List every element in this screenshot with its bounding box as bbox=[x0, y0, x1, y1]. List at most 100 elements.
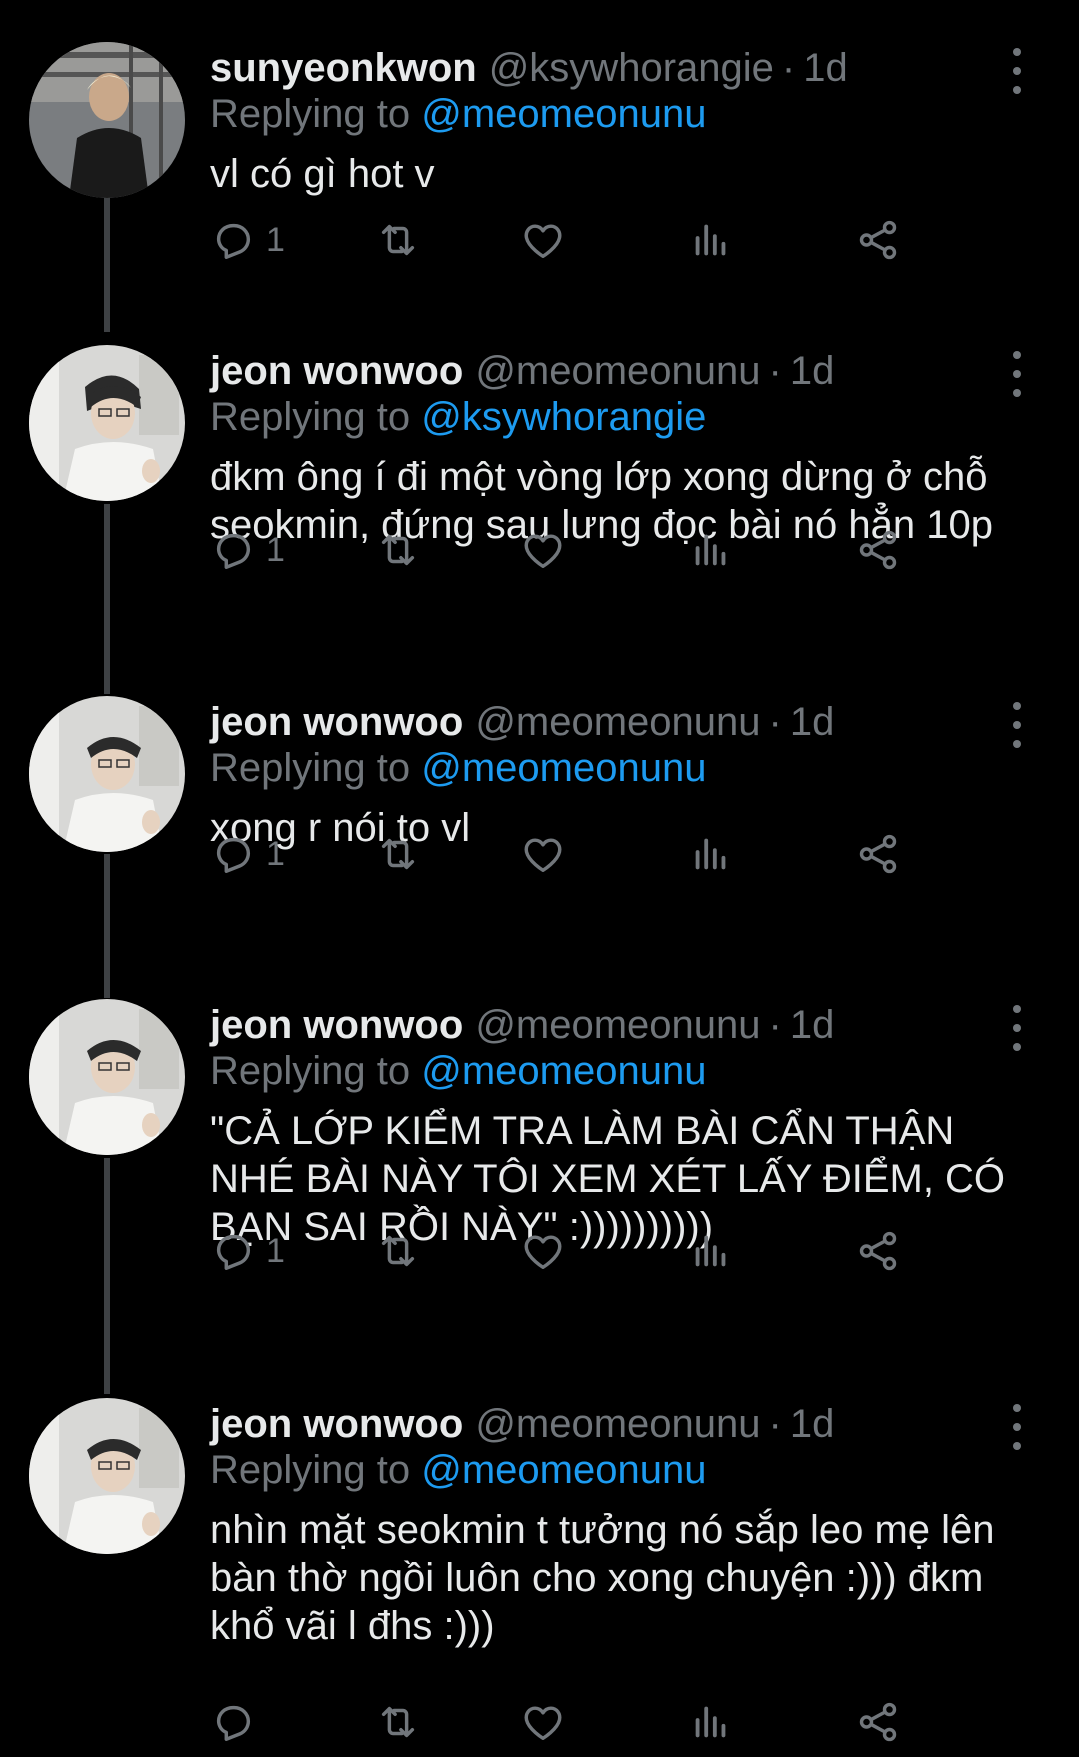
reply-button[interactable]: 1 bbox=[210, 1221, 285, 1281]
tweet-header: jeon wonwoo @meomeonunu · 1d bbox=[210, 997, 834, 1053]
views-button[interactable] bbox=[688, 1692, 734, 1752]
timestamp[interactable]: 1d bbox=[790, 349, 835, 394]
reply-count: 1 bbox=[266, 834, 285, 873]
like-icon bbox=[524, 838, 562, 873]
reply-count: 1 bbox=[266, 1231, 285, 1270]
avatar[interactable] bbox=[29, 696, 185, 852]
mention-link[interactable]: @meomeonunu bbox=[421, 1448, 706, 1492]
views-icon bbox=[695, 838, 726, 870]
mention-link[interactable]: @meomeonunu bbox=[421, 1049, 706, 1093]
separator-dot: · bbox=[781, 45, 796, 90]
more-icon[interactable] bbox=[1000, 1005, 1034, 1051]
views-icon bbox=[695, 224, 726, 256]
more-icon[interactable] bbox=[1000, 702, 1034, 748]
avatar[interactable] bbox=[29, 1398, 185, 1554]
more-icon[interactable] bbox=[1000, 48, 1034, 94]
reply-button[interactable]: 1 bbox=[210, 824, 285, 884]
replying-label: Replying to bbox=[210, 395, 411, 439]
like-icon bbox=[524, 534, 562, 569]
display-name[interactable]: jeon wonwoo bbox=[210, 349, 463, 394]
share-button[interactable] bbox=[855, 1692, 901, 1752]
user-handle[interactable]: @meomeonunu bbox=[475, 1402, 760, 1447]
mention-link[interactable]: @meomeonunu bbox=[421, 746, 706, 790]
tweet-header: jeon wonwoo @meomeonunu · 1d bbox=[210, 694, 834, 750]
share-button[interactable] bbox=[855, 520, 901, 580]
share-icon bbox=[859, 834, 897, 874]
timestamp[interactable]: 1d bbox=[790, 1003, 835, 1048]
avatar[interactable] bbox=[29, 999, 185, 1155]
separator-dot: · bbox=[768, 1401, 782, 1446]
reply-button[interactable]: 1 bbox=[210, 520, 285, 580]
avatar[interactable] bbox=[29, 345, 185, 501]
user-handle[interactable]: @meomeonunu bbox=[475, 1003, 760, 1048]
retweet-icon bbox=[381, 838, 415, 870]
reply-icon bbox=[216, 1705, 251, 1741]
views-button[interactable] bbox=[688, 1221, 734, 1281]
reply-count: 1 bbox=[266, 220, 285, 259]
user-handle[interactable]: @meomeonunu bbox=[475, 349, 760, 394]
views-button[interactable] bbox=[688, 520, 734, 580]
share-button[interactable] bbox=[855, 824, 901, 884]
user-handle[interactable]: @meomeonunu bbox=[475, 700, 760, 745]
like-button[interactable] bbox=[520, 210, 566, 270]
retweet-icon bbox=[381, 224, 415, 256]
display-name[interactable]: jeon wonwoo bbox=[210, 700, 463, 745]
action-bar: 1 bbox=[210, 210, 1040, 270]
like-button[interactable] bbox=[520, 1692, 566, 1752]
retweet-button[interactable] bbox=[375, 210, 421, 270]
share-button[interactable] bbox=[855, 210, 901, 270]
retweet-button[interactable] bbox=[375, 1221, 421, 1281]
reply-count: 1 bbox=[266, 530, 285, 569]
more-icon[interactable] bbox=[1000, 351, 1034, 397]
mention-link[interactable]: @ksywhorangie bbox=[421, 395, 706, 439]
display-name[interactable]: jeon wonwoo bbox=[210, 1402, 463, 1447]
tweet-text: nhìn mặt seokmin t tưởng nó sắp leo mẹ l… bbox=[210, 1508, 995, 1648]
thread-line bbox=[104, 504, 110, 694]
reply-icon bbox=[216, 533, 251, 569]
mention-link[interactable]: @meomeonunu bbox=[421, 92, 706, 136]
display-name[interactable]: jeon wonwoo bbox=[210, 1003, 463, 1048]
more-icon[interactable] bbox=[1000, 1404, 1034, 1450]
views-icon bbox=[695, 1706, 726, 1738]
separator-dot: · bbox=[768, 348, 782, 393]
retweet-button[interactable] bbox=[375, 520, 421, 580]
retweet-icon bbox=[381, 1235, 415, 1267]
replying-to: Replying to @meomeonunu bbox=[210, 92, 706, 137]
timestamp[interactable]: 1d bbox=[790, 1402, 835, 1447]
like-button[interactable] bbox=[520, 824, 566, 884]
replying-to: Replying to @meomeonunu bbox=[210, 1448, 706, 1493]
user-handle[interactable]: @ksywhorangie bbox=[489, 46, 774, 91]
share-icon bbox=[859, 1231, 897, 1271]
action-bar: 1 bbox=[210, 1221, 1040, 1281]
action-bar: 1 bbox=[210, 520, 1040, 580]
like-button[interactable] bbox=[520, 520, 566, 580]
replying-to: Replying to @meomeonunu bbox=[210, 746, 706, 791]
reply-button[interactable]: 1 bbox=[210, 210, 285, 270]
thread-line bbox=[104, 190, 110, 332]
views-icon bbox=[695, 534, 726, 566]
action-bar bbox=[210, 1692, 1040, 1752]
like-button[interactable] bbox=[520, 1221, 566, 1281]
like-icon bbox=[524, 1235, 562, 1270]
separator-dot: · bbox=[768, 1002, 782, 1047]
retweet-button[interactable] bbox=[375, 824, 421, 884]
reply-button[interactable] bbox=[210, 1692, 266, 1752]
like-icon bbox=[524, 224, 562, 259]
tweet-text: vl có gì hot v bbox=[210, 152, 435, 196]
share-icon bbox=[859, 530, 897, 570]
views-button[interactable] bbox=[688, 824, 734, 884]
retweet-icon bbox=[381, 534, 415, 566]
replying-label: Replying to bbox=[210, 92, 411, 136]
retweet-icon bbox=[381, 1706, 415, 1738]
replying-label: Replying to bbox=[210, 746, 411, 790]
views-button[interactable] bbox=[688, 210, 734, 270]
separator-dot: · bbox=[768, 699, 782, 744]
share-button[interactable] bbox=[855, 1221, 901, 1281]
replying-label: Replying to bbox=[210, 1448, 411, 1492]
timestamp[interactable]: 1d bbox=[803, 46, 848, 91]
avatar[interactable] bbox=[29, 42, 185, 198]
display-name[interactable]: sunyeonkwon bbox=[210, 46, 477, 91]
retweet-button[interactable] bbox=[375, 1692, 421, 1752]
like-icon bbox=[524, 1706, 562, 1741]
timestamp[interactable]: 1d bbox=[790, 700, 835, 745]
